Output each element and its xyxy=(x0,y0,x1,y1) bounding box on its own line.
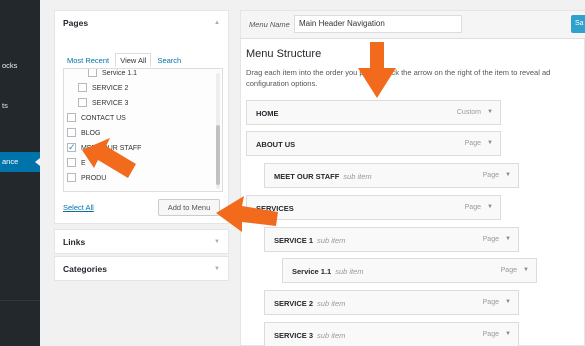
pointing-arrow-icon xyxy=(216,196,278,232)
annotation-arrows xyxy=(82,42,396,232)
admin-sidebar: ocks ts ance xyxy=(0,0,40,346)
sidebar-item-blocks[interactable]: ocks xyxy=(0,56,40,76)
sidebar-item-posts[interactable]: ts xyxy=(0,96,40,116)
pointing-arrow-icon xyxy=(82,138,136,178)
content-area: Pages ▲ Most Recent View All Search Serv… xyxy=(40,0,585,346)
down-arrow-icon xyxy=(358,42,396,98)
sidebar-separator xyxy=(0,300,40,301)
sidebar-item-appearance[interactable]: ance xyxy=(0,152,40,172)
